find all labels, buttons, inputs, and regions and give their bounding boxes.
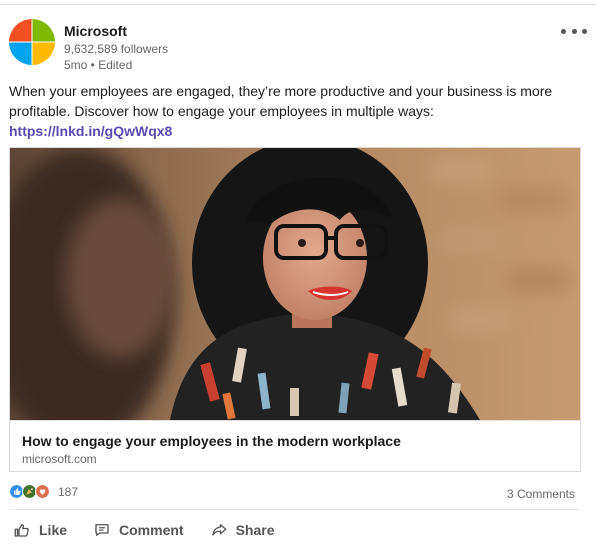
microsoft-logo[interactable]: [9, 19, 55, 65]
comment-label: Comment: [119, 522, 184, 538]
reactions-summary[interactable]: 187: [9, 484, 78, 499]
author-followers: 9,632,589 followers: [64, 42, 169, 56]
article-meta[interactable]: How to engage your employees in the mode…: [10, 420, 580, 472]
post-body: When your employees are engaged, they’re…: [9, 83, 553, 119]
like-label: Like: [39, 522, 68, 538]
share-label: Share: [235, 522, 275, 538]
author-name[interactable]: Microsoft: [64, 22, 168, 40]
post-link[interactable]: https://lnkd.in/gQwWqx8: [9, 121, 579, 141]
comments-count[interactable]: 3 Comments: [507, 487, 575, 501]
reaction-count[interactable]: 187: [58, 485, 78, 499]
divider: [9, 509, 579, 510]
share-icon: [211, 524, 227, 536]
social-counts: 187 3 Comments: [9, 482, 579, 504]
comment-icon: [95, 524, 109, 536]
love-icon: [35, 484, 50, 499]
action-bar: Like Comment Share: [9, 515, 297, 545]
post-header: Microsoft 9,632,589 followers 5mo • Edit…: [9, 19, 587, 73]
post-timestamp: 5mo • Edited: [64, 58, 133, 72]
comment-button[interactable]: Comment: [89, 517, 188, 543]
author-info: Microsoft 9,632,589 followers 5mo • Edit…: [64, 22, 168, 73]
photo-smiling-woman-with-glasses: [10, 148, 580, 420]
more-horizontal-icon: [561, 28, 566, 34]
post-text: When your employees are engaged, they’re…: [9, 81, 579, 141]
more-options-button[interactable]: [561, 25, 587, 37]
article-preview[interactable]: How to engage your employees in the mode…: [9, 147, 581, 472]
article-image[interactable]: [10, 148, 580, 420]
thumbs-up-icon: [14, 524, 29, 537]
article-domain: microsoft.com: [22, 452, 97, 466]
share-button[interactable]: Share: [206, 517, 279, 543]
like-button[interactable]: Like: [9, 517, 71, 543]
article-title[interactable]: How to engage your employees in the mode…: [22, 433, 401, 449]
feed-post-card: Microsoft 9,632,589 followers 5mo • Edit…: [0, 4, 596, 547]
